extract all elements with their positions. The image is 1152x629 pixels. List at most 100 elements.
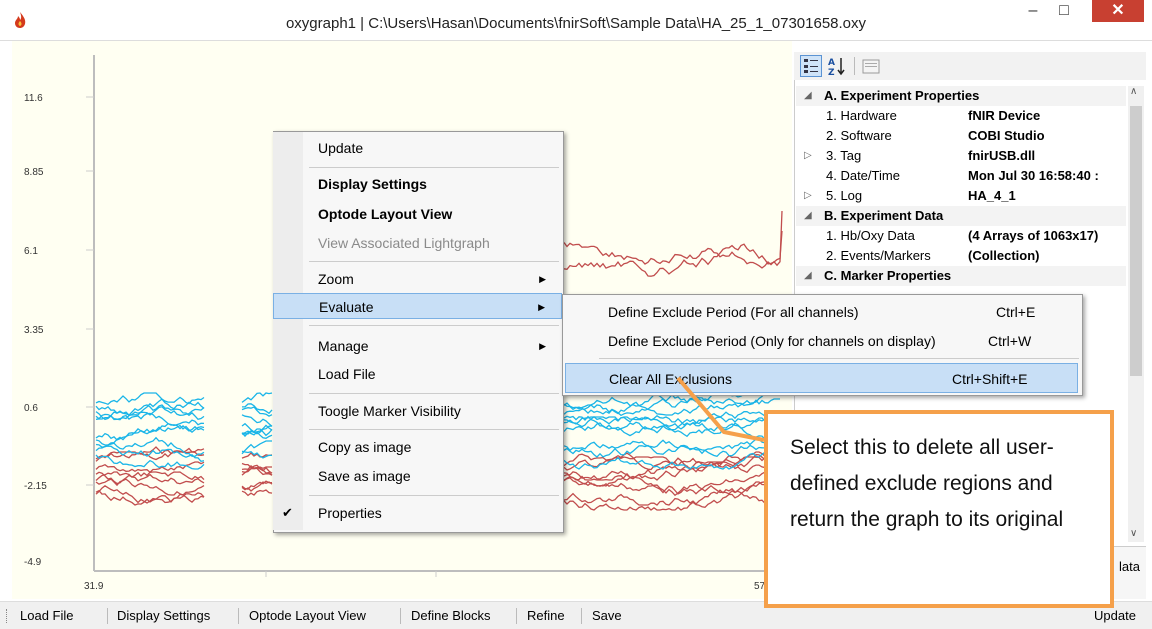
submenu-item-exclude-displayed-channels[interactable]: Define Exclude Period (Only for channels… (563, 326, 1082, 356)
property-row[interactable]: ▷ 5. Log HA_4_1 (796, 186, 1126, 206)
y-tick-label: -2.15 (24, 481, 47, 492)
submenu-arrow-icon: ▶ (539, 341, 546, 351)
menu-separator (309, 393, 559, 394)
toolbar-grip-icon (6, 609, 9, 623)
y-tick-label: 11.6 (24, 93, 43, 104)
menu-item-label: Display Settings (318, 176, 427, 192)
y-tick-label: -4.9 (24, 557, 42, 568)
menu-item-label: Toogle Marker Visibility (318, 403, 461, 419)
menu-item-view-lightgraph[interactable]: View Associated Lightgraph (273, 230, 562, 256)
evaluate-submenu: Define Exclude Period (For all channels)… (562, 294, 1083, 396)
submenu-arrow-icon: ▶ (538, 302, 545, 312)
property-name: 3. Tag (826, 148, 862, 163)
menu-separator (309, 495, 559, 496)
property-row[interactable]: 2. Events/Markers (Collection) (796, 246, 1126, 266)
menu-separator (309, 261, 559, 262)
description-text: lata (1119, 559, 1140, 574)
property-value: fnirUSB.dll (968, 148, 1036, 163)
property-row[interactable]: 1. Hb/Oxy Data (4 Arrays of 1063x17) (796, 226, 1126, 246)
status-refine-button[interactable]: Refine (527, 602, 565, 629)
property-category[interactable]: ◢ C. Marker Properties (796, 266, 1126, 286)
status-optode-layout-button[interactable]: Optode Layout View (249, 602, 366, 629)
collapse-triangle-icon[interactable]: ◢ (804, 206, 812, 226)
menu-item-label: Manage (318, 338, 369, 354)
property-value: Mon Jul 30 16:58:40 : (968, 168, 1099, 183)
property-value: (4 Arrays of 1063x17) (968, 228, 1099, 243)
checkmark-icon: ✔ (282, 505, 293, 520)
menu-item-zoom[interactable]: Zoom ▶ (273, 266, 562, 292)
property-category[interactable]: ◢ B. Experiment Data (796, 206, 1126, 226)
categorized-view-icon[interactable] (800, 55, 822, 77)
property-row[interactable]: 4. Date/Time Mon Jul 30 16:58:40 : (796, 166, 1126, 186)
alphabetical-sort-icon[interactable]: A Z (826, 55, 848, 77)
window-title: oxygraph1 | C:\Users\Hasan\Documents\fni… (285, 15, 867, 32)
property-value: COBI Studio (968, 128, 1045, 143)
menu-item-load-file[interactable]: Load File (273, 361, 562, 387)
menu-item-label: Define Exclude Period (Only for channels… (608, 333, 936, 349)
menu-item-label: Optode Layout View (318, 206, 453, 222)
menu-item-manage[interactable]: Manage ▶ (273, 333, 562, 359)
menu-item-label: Update (318, 140, 364, 156)
scroll-down-arrow-icon[interactable]: ∨ (1130, 528, 1137, 539)
collapse-triangle-icon[interactable]: ◢ (804, 266, 812, 286)
hbr-trace (241, 481, 273, 492)
property-category[interactable]: ◢ A. Experiment Properties (796, 86, 1126, 106)
y-tick-label: 8.85 (24, 167, 44, 178)
menu-item-copy-as-image[interactable]: Copy as image (273, 434, 562, 460)
hbo-trace (95, 424, 205, 441)
property-value: (Collection) (968, 248, 1040, 263)
status-load-file-button[interactable]: Load File (20, 602, 73, 629)
property-row[interactable]: 2. Software COBI Studio (796, 126, 1126, 146)
hbo-trace (241, 392, 273, 403)
collapse-triangle-icon[interactable]: ◢ (804, 86, 812, 106)
menu-item-label: View Associated Lightgraph (318, 235, 490, 251)
menu-item-display-settings[interactable]: Display Settings (273, 171, 562, 197)
submenu-item-clear-all-exclusions[interactable]: Clear All Exclusions Ctrl+Shift+E (565, 363, 1078, 393)
hbr-trace (563, 230, 783, 277)
menu-item-label: Copy as image (318, 439, 412, 455)
submenu-item-exclude-all-channels[interactable]: Define Exclude Period (For all channels)… (563, 297, 1082, 327)
shortcut-label: Ctrl+Shift+E (952, 371, 1028, 387)
hbr-trace (95, 489, 205, 506)
menu-separator (309, 325, 559, 326)
property-name: 1. Hb/Oxy Data (826, 228, 915, 243)
property-name: 1. Hardware (826, 108, 897, 123)
hbr-trace (563, 461, 781, 487)
property-name: A. Experiment Properties (824, 88, 980, 103)
property-row[interactable]: 1. Hardware fNIR Device (796, 106, 1126, 126)
property-pages-icon[interactable] (860, 55, 882, 77)
menu-item-label: Save as image (318, 468, 411, 484)
property-value: fNIR Device (968, 108, 1041, 123)
y-tick-label: 3.35 (24, 325, 44, 336)
minimize-button[interactable]: – (1018, 0, 1048, 22)
property-row[interactable]: ▷ 3. Tag fnirUSB.dll (796, 146, 1126, 166)
menu-item-save-as-image[interactable]: Save as image (273, 463, 562, 489)
maximize-button[interactable]: □ (1049, 0, 1079, 22)
property-name: 2. Software (826, 128, 892, 143)
svg-text:A: A (828, 58, 835, 68)
menu-item-properties[interactable]: ✔ Properties (273, 500, 562, 526)
toolbar-divider (854, 57, 855, 75)
close-button[interactable]: ✕ (1092, 0, 1144, 22)
y-tick-label: 0.6 (24, 403, 38, 414)
callout-text: Select this to delete all user-defined e… (790, 436, 1064, 531)
property-name: B. Experiment Data (824, 208, 944, 223)
hbr-trace (563, 210, 783, 269)
menu-separator (599, 358, 1079, 359)
menu-item-toggle-marker-visibility[interactable]: Toogle Marker Visibility (273, 398, 562, 424)
menu-item-optode-layout-view[interactable]: Optode Layout View (273, 201, 562, 227)
status-display-settings-button[interactable]: Display Settings (117, 602, 210, 629)
expand-triangle-icon[interactable]: ▷ (804, 186, 812, 206)
property-grid-rows: ◢ A. Experiment Properties 1. Hardware fNIR… (796, 86, 1126, 286)
menu-item-label: Evaluate (319, 299, 374, 315)
expand-triangle-icon[interactable]: ▷ (804, 146, 812, 166)
property-grid-toolbar: A Z (794, 52, 1146, 80)
scrollbar-thumb[interactable] (1130, 106, 1142, 376)
scroll-up-arrow-icon[interactable]: ∧ (1130, 86, 1137, 97)
status-define-blocks-button[interactable]: Define Blocks (411, 602, 490, 629)
status-save-button[interactable]: Save (592, 602, 622, 629)
menu-item-evaluate[interactable]: Evaluate ▶ (273, 293, 562, 319)
x-tick-label: 31.9 (84, 581, 104, 592)
property-name: C. Marker Properties (824, 268, 952, 283)
menu-item-update[interactable]: Update (273, 135, 562, 161)
